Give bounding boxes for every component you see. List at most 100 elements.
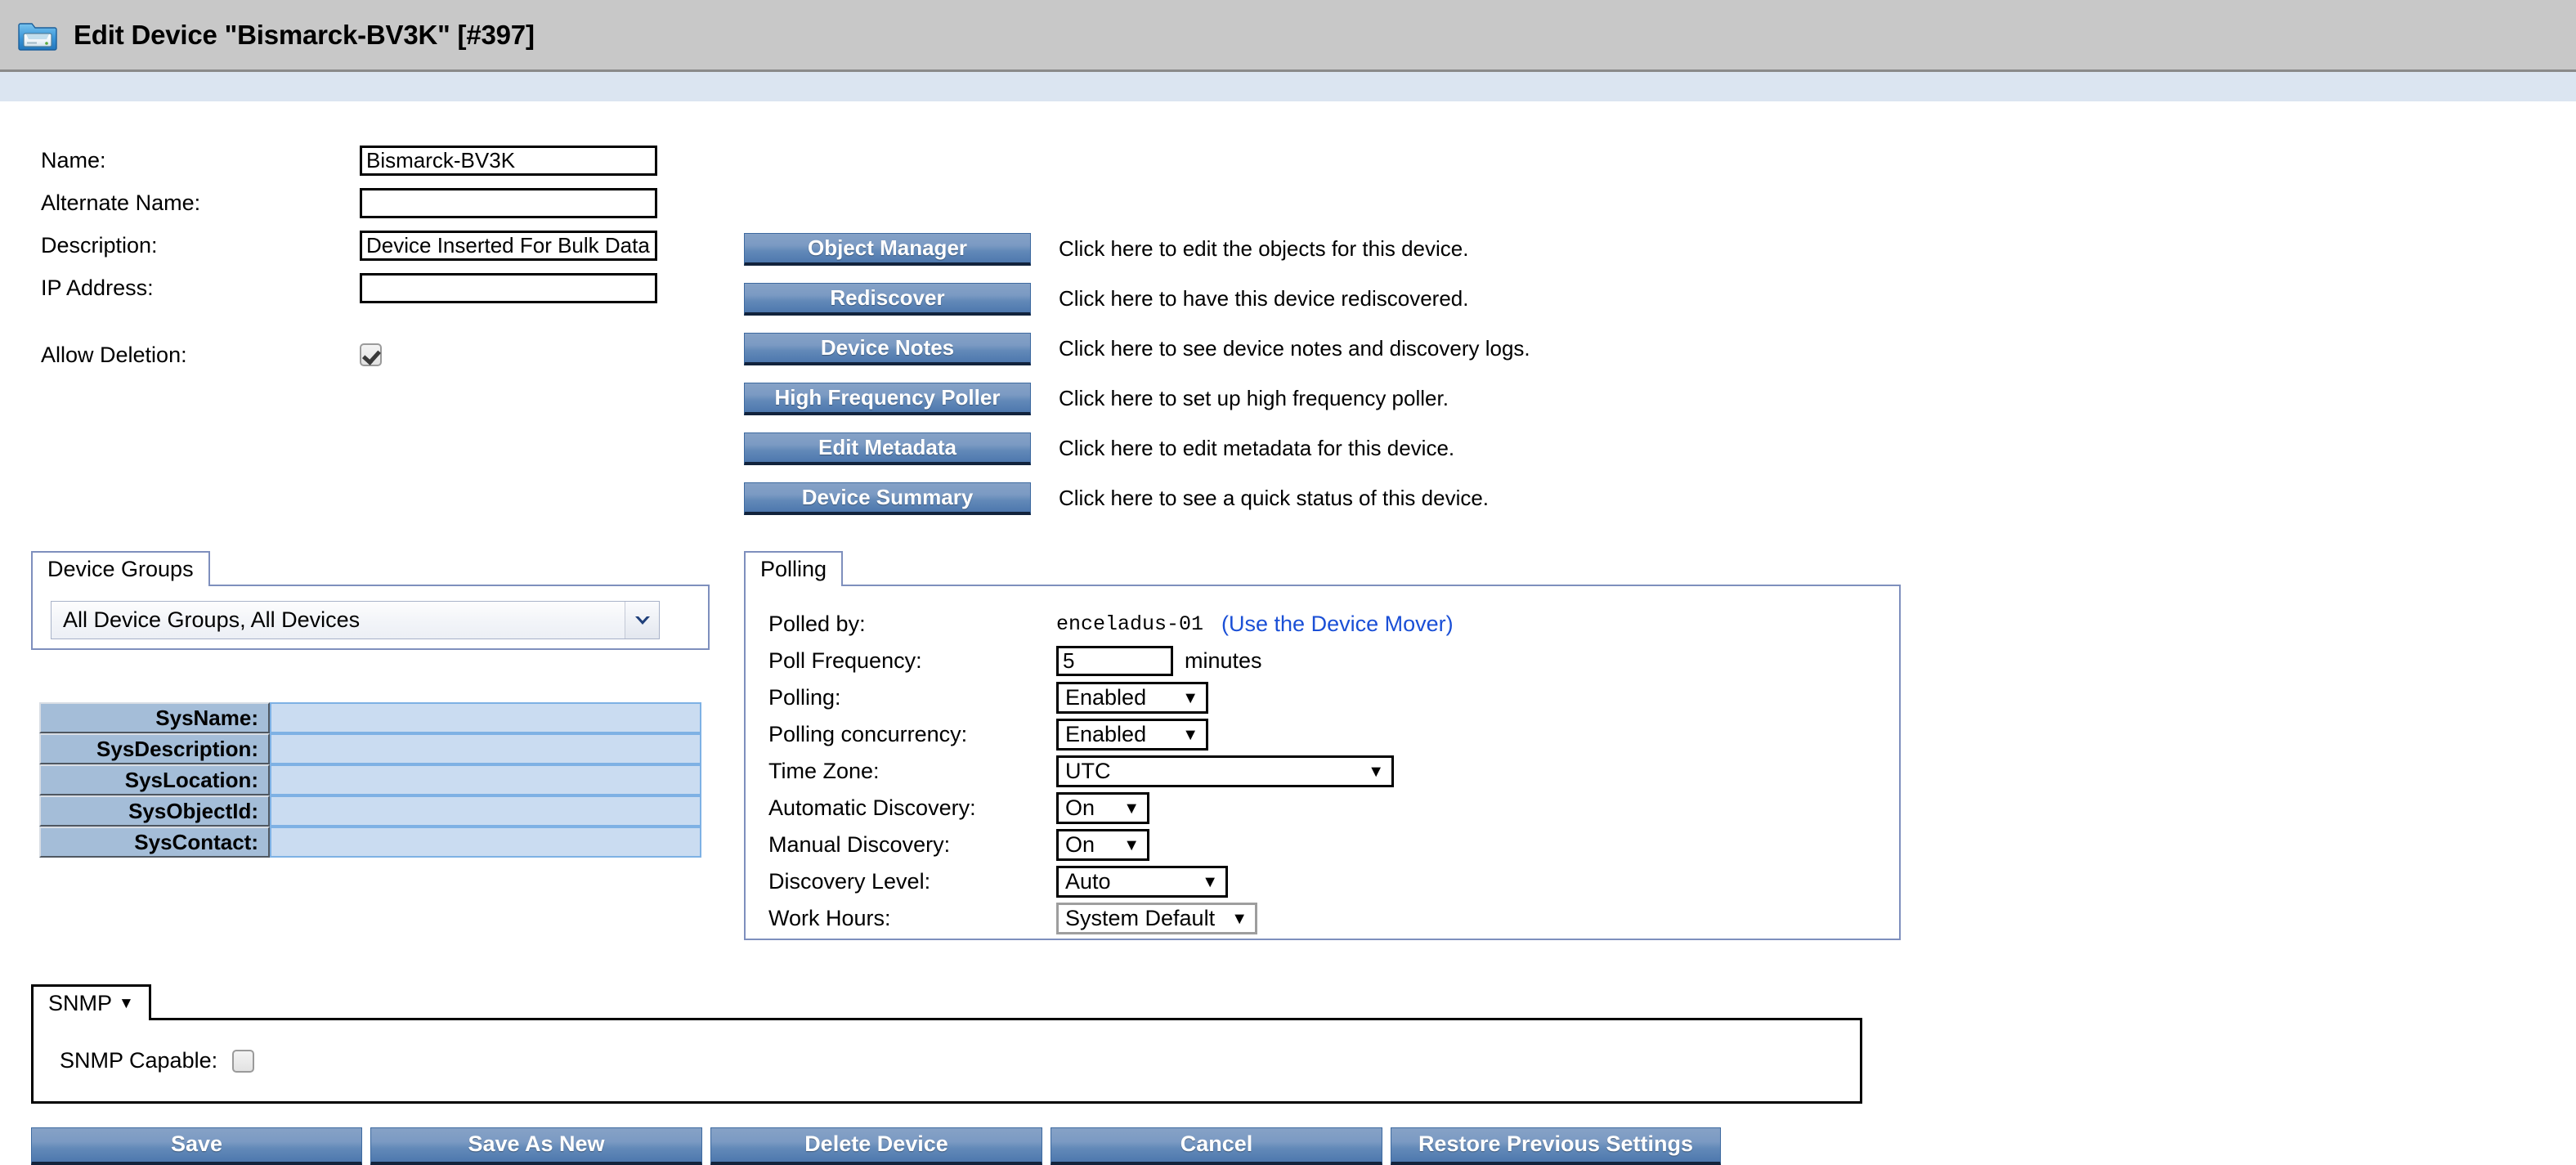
rediscover-button[interactable]: Rediscover [744,282,1031,316]
label-allow-deletion: Allow Deletion: [41,342,187,367]
field-row-allow-deletion: Allow Deletion: [41,334,703,375]
sys-value-syslocation [270,764,701,795]
label-polled-by: Polled by: [768,612,866,636]
form-action-bar: Save Save As New Delete Device Cancel Re… [31,1127,1729,1165]
table-row: SysContact: [39,827,701,858]
device-groups-body: All Device Groups, All Devices [31,585,710,650]
time-zone-select[interactable]: UTC ▼ [1056,755,1394,787]
discovery-level-select-value: Auto [1065,869,1111,894]
restore-previous-settings-button[interactable]: Restore Previous Settings [1391,1127,1721,1165]
chevron-down-icon: ▼ [1182,688,1198,707]
label-polling: Polling: [768,685,841,710]
field-row-ip-address: IP Address: [41,267,703,308]
polling-row-polling: Polling: Enabled ▼ [768,679,1899,716]
tab-snmp-label: SNMP [48,991,113,1015]
sys-label-sysname: SysName: [39,702,270,733]
table-row: SysLocation: [39,764,701,795]
window-title-bar: Edit Device "Bismarck-BV3K" [#397] [0,0,2576,72]
action-row-rediscover: Rediscover Click here to have this devic… [744,274,1530,324]
polling-concurrency-select-value: Enabled [1065,722,1147,746]
polling-select-value: Enabled [1065,685,1147,710]
snmp-body: SNMP Capable: [31,1018,1862,1104]
manual-discovery-select[interactable]: On ▼ [1056,829,1149,861]
alternate-name-input[interactable] [360,187,657,218]
polling-concurrency-select[interactable]: Enabled ▼ [1056,719,1208,751]
automatic-discovery-select-value: On [1065,795,1095,820]
field-row-name: Name: [41,140,703,181]
tab-device-groups[interactable]: Device Groups [31,551,210,586]
table-row: SysDescription: [39,733,701,764]
poll-frequency-input[interactable] [1056,646,1173,676]
polling-row-polled-by: Polled by: enceladus-01 (Use the Device … [768,606,1899,643]
label-automatic-discovery: Automatic Discovery: [768,795,976,820]
device-folder-icon [16,14,59,56]
device-basic-form: Name: Alternate Name: Description: IP Ad… [41,140,703,377]
device-summary-button[interactable]: Device Summary [744,482,1031,515]
label-work-hours: Work Hours: [768,906,891,930]
sys-value-sysdescription [270,733,701,764]
sys-label-syscontact: SysContact: [39,827,270,858]
ip-address-input[interactable] [360,272,657,303]
name-input[interactable] [360,145,657,176]
sys-info-table: SysName: SysDescription: SysLocation: Sy… [39,702,701,858]
polling-row-manual-discovery: Manual Discovery: On ▼ [768,827,1899,863]
sys-value-syscontact [270,827,701,858]
poll-frequency-unit: minutes [1185,648,1262,673]
edit-metadata-button[interactable]: Edit Metadata [744,432,1031,465]
label-discovery-level: Discovery Level: [768,869,931,894]
snmp-capable-row: SNMP Capable: [34,1048,255,1073]
action-row-device-notes: Device Notes Click here to see device no… [744,324,1530,374]
table-row: SysObjectId: [39,795,701,827]
delete-device-button[interactable]: Delete Device [710,1127,1042,1165]
device-action-buttons: Object Manager Click here to edit the ob… [744,224,1530,523]
action-row-device-summary: Device Summary Click here to see a quick… [744,473,1530,523]
label-time-zone: Time Zone: [768,759,880,783]
work-hours-select-value: System Default [1065,906,1216,930]
device-groups-select[interactable]: All Device Groups, All Devices [51,601,660,639]
device-notes-button[interactable]: Device Notes [744,332,1031,365]
chevron-down-icon[interactable] [625,602,659,639]
device-summary-help: Click here to see a quick status of this… [1059,486,1490,510]
object-manager-button[interactable]: Object Manager [744,232,1031,266]
polling-row-discovery-level: Discovery Level: Auto ▼ [768,863,1899,900]
tab-snmp[interactable]: SNMP ▼ [31,984,151,1020]
description-input[interactable] [360,230,657,261]
high-frequency-poller-button[interactable]: High Frequency Poller [744,382,1031,415]
polling-row-automatic-discovery: Automatic Discovery: On ▼ [768,790,1899,827]
field-row-alternate-name: Alternate Name: [41,182,703,223]
save-as-new-button[interactable]: Save As New [370,1127,702,1165]
sys-value-sysname [270,702,701,733]
discovery-level-select[interactable]: Auto ▼ [1056,866,1228,898]
save-button[interactable]: Save [31,1127,362,1165]
tab-polling[interactable]: Polling [744,551,844,586]
polling-panel: Polling Polled by: enceladus-01 (Use the… [744,551,1901,940]
device-groups-selected-value: All Device Groups, All Devices [63,607,361,632]
chevron-down-icon: ▼ [1202,872,1218,891]
automatic-discovery-select[interactable]: On ▼ [1056,792,1149,824]
action-row-edit-metadata: Edit Metadata Click here to edit metadat… [744,423,1530,473]
label-snmp-capable: SNMP Capable: [60,1048,218,1073]
action-row-high-frequency-poller: High Frequency Poller Click here to set … [744,374,1530,423]
snmp-panel: SNMP ▼ SNMP Capable: [31,984,1862,1104]
page-title: Edit Device "Bismarck-BV3K" [#397] [74,19,535,50]
chevron-down-icon: ▼ [1123,799,1140,818]
work-hours-select[interactable]: System Default ▼ [1056,903,1257,934]
polling-select[interactable]: Enabled ▼ [1056,682,1208,714]
rediscover-help: Click here to have this device rediscove… [1059,286,1469,311]
device-notes-help: Click here to see device notes and disco… [1059,336,1530,361]
polling-body: Polled by: enceladus-01 (Use the Device … [744,585,1901,940]
manual-discovery-select-value: On [1065,832,1095,857]
cancel-button[interactable]: Cancel [1051,1127,1382,1165]
time-zone-select-value: UTC [1065,759,1111,783]
allow-deletion-checkbox[interactable] [360,343,382,366]
action-row-object-manager: Object Manager Click here to edit the ob… [744,224,1530,274]
chevron-down-icon: ▼ [1231,909,1248,928]
edit-metadata-help: Click here to edit metadata for this dev… [1059,436,1455,460]
label-manual-discovery: Manual Discovery: [768,832,951,857]
device-mover-link[interactable]: (Use the Device Mover) [1221,612,1454,637]
header-accent-strip [0,72,2576,101]
high-frequency-poller-help: Click here to set up high frequency poll… [1059,386,1449,410]
snmp-capable-checkbox[interactable] [232,1049,255,1073]
label-polling-concurrency: Polling concurrency: [768,722,968,746]
sys-label-sysdescription: SysDescription: [39,733,270,764]
